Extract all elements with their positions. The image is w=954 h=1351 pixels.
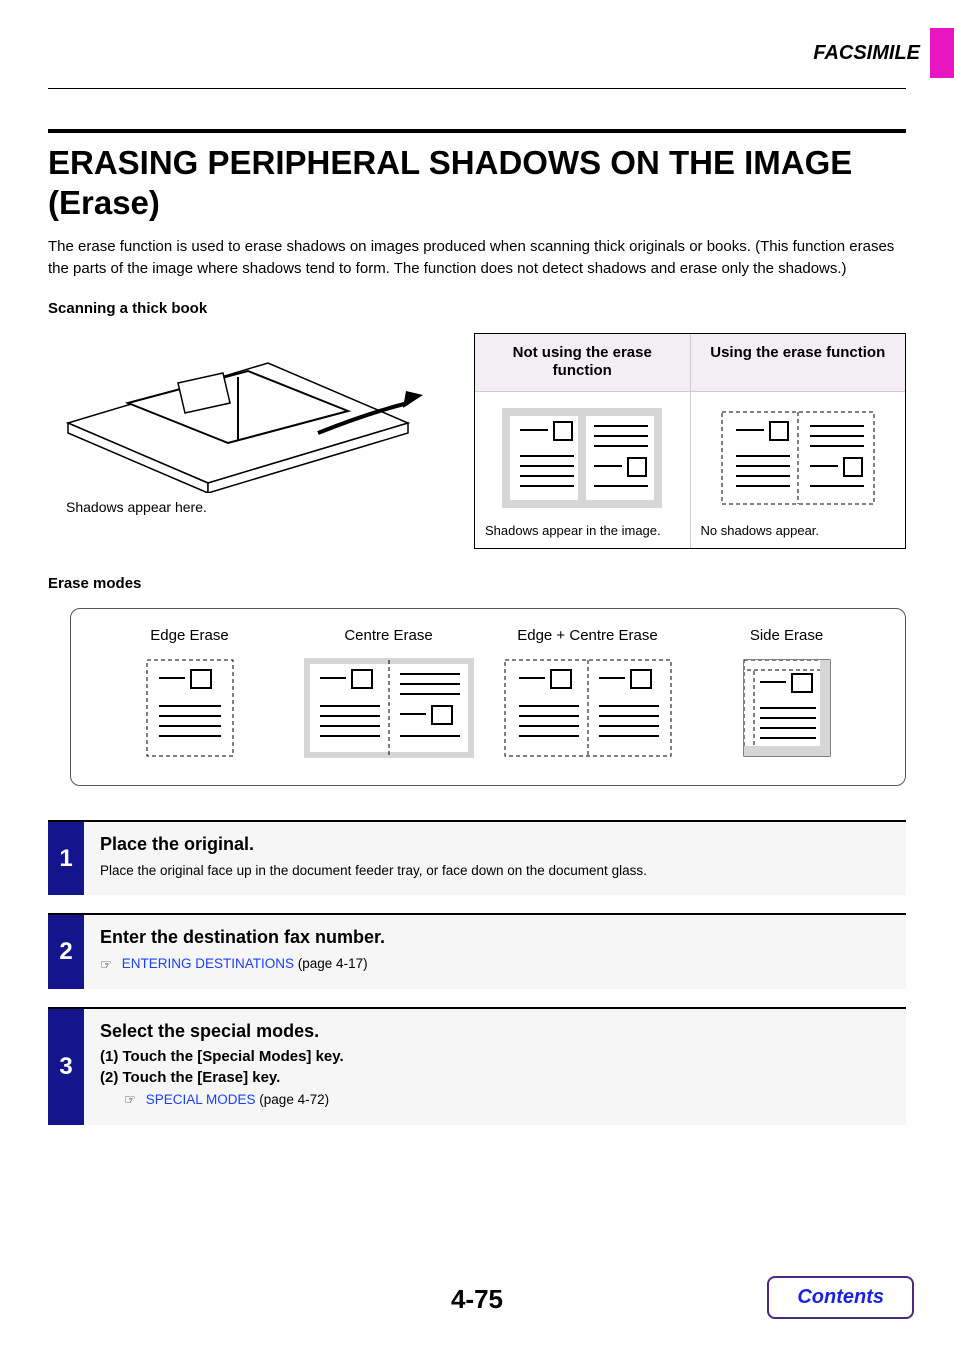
step-2: 2 Enter the destination fax number. ☞ EN… xyxy=(48,913,906,989)
link-entering-destinations[interactable]: ENTERING DESTINATIONS xyxy=(122,956,294,971)
compare-head-no-erase: Not using the erase function xyxy=(475,334,691,393)
book-illustration-icon xyxy=(48,333,428,493)
subhead-modes: Erase modes xyxy=(48,575,906,592)
result-shadow-icon xyxy=(502,408,662,508)
step-sub-1: (1) Touch the [Special Modes] key. xyxy=(100,1048,890,1065)
rule-thick xyxy=(48,129,906,133)
mode-side: Side Erase xyxy=(696,627,877,763)
compare-cell-erase: No shadows appear. xyxy=(691,392,906,548)
step-3: 3 Select the special modes. (1) Touch th… xyxy=(48,1007,906,1125)
step-body: Enter the destination fax number. ☞ ENTE… xyxy=(84,915,906,989)
compare-cap-erase: No shadows appear. xyxy=(701,523,896,538)
intro-text: The erase function is used to erase shad… xyxy=(48,236,906,280)
book-diagram: Shadows appear here. xyxy=(48,333,438,550)
mode-label: Edge + Centre Erase xyxy=(497,627,678,644)
mode-centre-icon xyxy=(304,658,474,758)
subhead-scanning: Scanning a thick book xyxy=(48,300,906,317)
mode-side-icon xyxy=(742,658,832,758)
step-title: Place the original. xyxy=(100,834,890,855)
step-title: Select the special modes. xyxy=(100,1021,890,1042)
pointer-icon: ☞ xyxy=(124,1090,140,1110)
result-clean-icon xyxy=(718,408,878,508)
page: FACSIMILE ERASING PERIPHERAL SHADOWS ON … xyxy=(0,0,954,1351)
step-number: 3 xyxy=(48,1009,84,1125)
compare-head-erase: Using the erase function xyxy=(691,334,906,393)
contents-button[interactable]: Contents xyxy=(767,1276,914,1319)
compare-header: Not using the erase function Using the e… xyxy=(475,334,905,393)
mode-edge-centre-icon xyxy=(503,658,673,758)
mode-edge: Edge Erase xyxy=(99,627,280,763)
step-body: Select the special modes. (1) Touch the … xyxy=(84,1009,906,1125)
mode-centre: Centre Erase xyxy=(298,627,479,763)
step-number: 1 xyxy=(48,822,84,895)
mode-label: Centre Erase xyxy=(298,627,479,644)
compare-box: Not using the erase function Using the e… xyxy=(474,333,906,550)
section-label: FACSIMILE xyxy=(48,42,920,65)
step-text: ☞ ENTERING DESTINATIONS (page 4-17) xyxy=(100,954,890,975)
step-title: Enter the destination fax number. xyxy=(100,927,890,948)
pointer-icon: ☞ xyxy=(100,955,116,975)
page-title: ERASING PERIPHERAL SHADOWS ON THE IMAGE … xyxy=(48,143,906,222)
step-number: 2 xyxy=(48,915,84,989)
mode-edge-icon xyxy=(145,658,235,758)
compare-cap-no-erase: Shadows appear in the image. xyxy=(485,523,680,538)
step-text: Place the original face up in the docume… xyxy=(100,861,890,881)
mode-edge-centre: Edge + Centre Erase xyxy=(497,627,678,763)
step-body: Place the original. Place the original f… xyxy=(84,822,906,895)
mode-label: Edge Erase xyxy=(99,627,280,644)
step-text: ☞ SPECIAL MODES (page 4-72) xyxy=(124,1090,890,1111)
link-suffix: (page 4-72) xyxy=(256,1092,330,1107)
rule-thin xyxy=(48,88,906,89)
book-caption: Shadows appear here. xyxy=(66,499,207,515)
mode-label: Side Erase xyxy=(696,627,877,644)
compare-body: Shadows appear in the image. xyxy=(475,392,905,548)
diagram-row: Shadows appear here. Not using the erase… xyxy=(48,333,906,550)
section-tab xyxy=(930,28,954,78)
step-sub-2: (2) Touch the [Erase] key. xyxy=(100,1069,890,1086)
modes-box: Edge Erase Centre Erase xyxy=(70,608,906,786)
compare-cell-no-erase: Shadows appear in the image. xyxy=(475,392,691,548)
header: FACSIMILE xyxy=(48,28,906,78)
link-special-modes[interactable]: SPECIAL MODES xyxy=(146,1092,256,1107)
link-suffix: (page 4-17) xyxy=(294,956,368,971)
step-1: 1 Place the original. Place the original… xyxy=(48,820,906,895)
